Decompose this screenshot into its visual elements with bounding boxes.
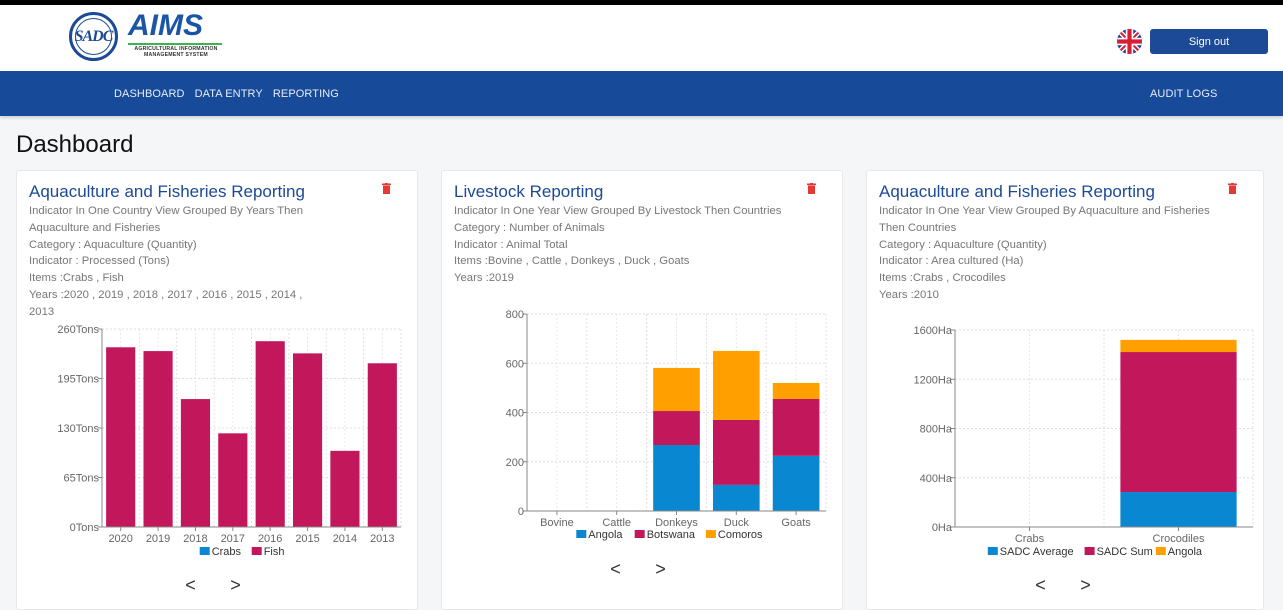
bar-fish-2013 — [367, 363, 397, 527]
y-tick-label: 200 — [506, 457, 524, 469]
bar-fish-2016 — [255, 341, 285, 527]
uk-flag-graphic — [1117, 29, 1142, 54]
next-chart-button[interactable]: > — [228, 575, 243, 596]
report-card-livestock: Livestock Reporting Indicator In One Yea… — [441, 170, 843, 610]
bar-sadc-sum-crocodiles — [1120, 352, 1237, 493]
y-tick-label: 0Ha — [932, 522, 953, 534]
legend-swatch-botswana — [634, 530, 645, 538]
y-tick-label: 0Tons — [70, 522, 100, 534]
legend-label-fish: Fish — [264, 546, 285, 558]
brand-subtitle-line2: MANAGEMENT SYSTEM — [144, 52, 208, 58]
y-tick-label: 0 — [518, 506, 524, 518]
legend-label-botswana: Botswana — [647, 529, 696, 541]
nav-audit-logs[interactable]: AUDIT LOGS — [1150, 88, 1217, 100]
prev-chart-button[interactable]: < — [183, 575, 198, 596]
bar-angola-duck — [712, 484, 760, 511]
y-tick-label: 260Tons — [57, 324, 99, 336]
bar-fish-2019 — [143, 351, 173, 527]
next-chart-button[interactable]: > — [653, 559, 668, 580]
y-tick-label: 600 — [506, 358, 524, 370]
bar-comoros-donkeys — [653, 367, 700, 412]
bar-angola-donkeys — [653, 445, 700, 511]
brand-subtitle: AGRICULTURAL INFORMATION MANAGEMENT SYST… — [128, 46, 224, 58]
sadc-logo-text: SADC — [74, 27, 114, 45]
bar-fish-2015 — [292, 353, 323, 527]
y-tick-label: 400 — [506, 408, 524, 420]
x-tick-label: Crocodiles — [1153, 533, 1205, 545]
bar-sadc-average-crocodiles — [1120, 492, 1237, 527]
uk-flag-icon[interactable] — [1117, 29, 1142, 54]
bar-angola-crocodiles — [1120, 339, 1237, 353]
bar-botswana-goats — [772, 398, 820, 456]
y-tick-label: 1200Ha — [913, 374, 952, 386]
bar-comoros-duck — [712, 350, 760, 420]
y-tick-label: 400Ha — [920, 473, 953, 485]
chart-area-cultured: 0Ha 400Ha 800Ha 1200Ha 1600Ha Crabs Crocodiles… — [913, 325, 1254, 558]
nav-reporting[interactable]: REPORTING — [273, 88, 339, 100]
nav-dashboard[interactable]: DASHBOARD — [114, 88, 185, 100]
bar-angola-goats — [772, 455, 820, 511]
x-tick-label: 2016 — [258, 533, 282, 545]
legend-swatch-comoros — [705, 530, 716, 538]
x-tick-label: 2014 — [333, 533, 357, 545]
sign-out-button[interactable]: Sign out — [1150, 29, 1268, 54]
y-tick-label: 800Ha — [920, 424, 953, 436]
nav-data-entry[interactable]: DATA ENTRY — [195, 88, 263, 100]
legend-label-angola: Angola — [588, 529, 623, 541]
x-tick-label: 2018 — [183, 533, 207, 545]
x-tick-label: 2020 — [108, 533, 132, 545]
x-tick-label: Duck — [724, 517, 750, 529]
legend-swatch-crabs — [199, 547, 210, 555]
next-chart-button[interactable]: > — [1078, 575, 1093, 596]
x-tick-label: Cattle — [602, 517, 631, 529]
x-tick-label: Bovine — [540, 517, 574, 529]
legend-label-comoros: Comoros — [718, 529, 763, 541]
chart-animal-total: 0 200 400 600 800 Bovine Cattle Donkeys Duck Goat… — [506, 309, 827, 541]
x-tick-label: 2013 — [370, 533, 394, 545]
card-pager: < > — [1033, 575, 1093, 596]
x-tick-label: 2015 — [295, 533, 319, 545]
x-tick-label: Donkeys — [655, 517, 698, 529]
x-tick-label: Crabs — [1015, 533, 1045, 545]
bar-comoros-goats — [772, 382, 820, 399]
bar-fish-2014 — [330, 450, 360, 527]
brand-name: AIMS — [128, 9, 203, 42]
report-card-aquaculture-years: Aquaculture and Fisheries Reporting Indi… — [16, 170, 418, 610]
nav-links: DASHBOARD DATA ENTRY REPORTING — [114, 71, 339, 116]
chart-processed-tons: 0Tons 65Tons 130Tons 195Tons 260Tons 2020 2019… — [57, 324, 402, 558]
legend-swatch-sadc-sum — [1084, 547, 1095, 555]
legend-swatch-fish — [251, 547, 262, 555]
y-tick-label: 1600Ha — [913, 325, 952, 337]
legend-label-sadc-average: SADC Average — [1000, 546, 1074, 558]
report-card-aquaculture-countries: Aquaculture and Fisheries Reporting Indi… — [866, 170, 1264, 610]
legend-swatch-angola — [1155, 547, 1166, 555]
page-title: Dashboard — [16, 131, 134, 158]
legend-swatch-sadc-average — [987, 547, 998, 555]
bar-fish-2018 — [180, 399, 211, 527]
y-tick-label: 800 — [506, 309, 524, 321]
header: SADC AIMS AGRICULTURAL INFORMATION MANAG… — [0, 5, 1283, 71]
x-tick-label: 2019 — [146, 533, 170, 545]
legend-label-crabs: Crabs — [212, 546, 242, 558]
legend-label-sadc-sum: SADC Sum — [1097, 546, 1153, 558]
legend-swatch-angola — [576, 530, 587, 538]
bar-botswana-duck — [712, 419, 760, 485]
bar-fish-2017 — [218, 433, 248, 527]
brand-underline — [128, 43, 222, 45]
prev-chart-button[interactable]: < — [608, 559, 623, 580]
card-pager: < > — [183, 575, 243, 596]
main-nav: DASHBOARD DATA ENTRY REPORTING AUDIT LOG… — [0, 71, 1283, 116]
bar-botswana-donkeys — [653, 411, 700, 446]
x-tick-label: Goats — [781, 517, 811, 529]
y-tick-label: 195Tons — [57, 374, 99, 386]
card-pager: < > — [608, 559, 668, 580]
y-tick-label: 130Tons — [57, 423, 99, 435]
bar-fish-2020 — [106, 347, 136, 527]
x-tick-label: 2017 — [221, 533, 245, 545]
prev-chart-button[interactable]: < — [1033, 575, 1048, 596]
legend-label-angola: Angola — [1168, 546, 1203, 558]
aims-logo[interactable]: AIMS AGRICULTURAL INFORMATION MANAGEMENT… — [128, 11, 224, 58]
sadc-logo[interactable]: SADC — [69, 12, 118, 61]
y-tick-label: 65Tons — [64, 473, 100, 485]
